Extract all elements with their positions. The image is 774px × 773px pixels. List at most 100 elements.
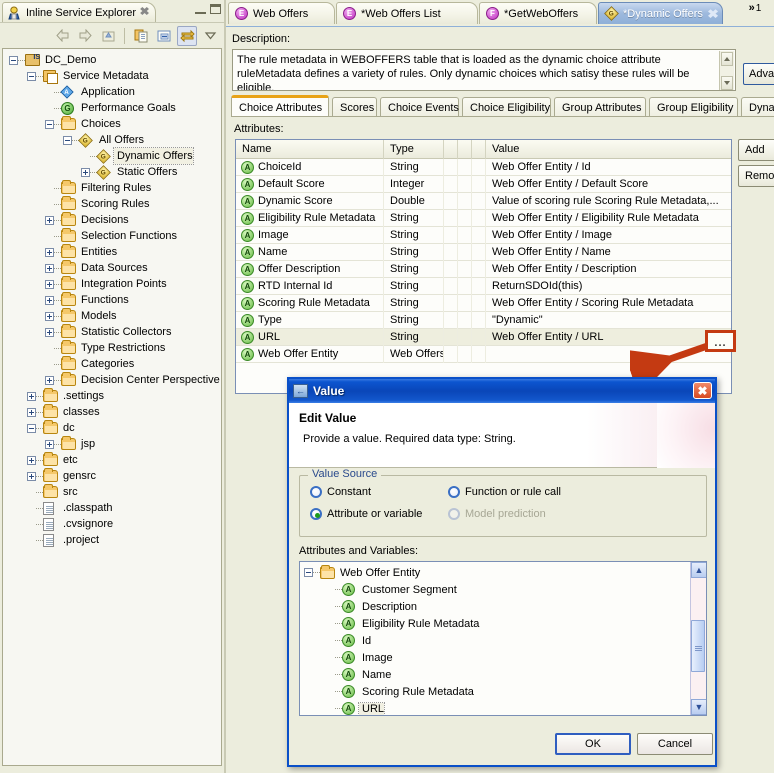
radio-function-or-rule-call[interactable]: Function or rule call — [448, 486, 561, 498]
add-attribute-button[interactable]: Add — [738, 139, 774, 161]
tree-item-scoring-rules[interactable]: Scoring Rules — [3, 196, 221, 212]
table-row[interactable]: A Eligibility Rule Metadata String Web Offe… — [236, 209, 731, 227]
inner-tab-scores[interactable]: Scores — [332, 97, 377, 117]
collapse-expander-icon[interactable] — [27, 71, 36, 81]
link-editor-icon[interactable] — [154, 26, 174, 46]
tree-item-dc-demo[interactable]: DC_Demo — [3, 50, 221, 68]
table-row[interactable]: A Dynamic Score Double Value of scoring rul… — [236, 192, 731, 210]
tree-item-project[interactable]: .project — [3, 532, 221, 548]
scroll-down-icon[interactable] — [721, 76, 733, 90]
tree-scrollbar[interactable]: ▲ ▼ — [690, 562, 706, 715]
cell-value[interactable]: Web Offer Entity / Image — [486, 227, 731, 244]
tree-item-data-sources[interactable]: Data Sources — [3, 260, 221, 276]
tree-item-settings[interactable]: .settings — [3, 388, 221, 404]
maximize-icon[interactable] — [210, 4, 221, 14]
tree-item-functions[interactable]: Functions — [3, 292, 221, 308]
tree-item-jsp[interactable]: jsp — [3, 436, 221, 452]
editor-tab-web-offers[interactable]: E Web Offers — [228, 2, 335, 24]
editor-tab-getweboffers[interactable]: F *GetWebOffers — [479, 2, 597, 24]
description-textarea[interactable]: The rule metadata in WEBOFFERS table tha… — [232, 49, 736, 91]
table-column-header[interactable] — [472, 140, 486, 159]
view-menu-icon[interactable] — [200, 26, 220, 46]
remove-attribute-button[interactable]: Remove — [738, 165, 774, 187]
back-icon[interactable] — [52, 26, 72, 46]
inner-tab-choice-events[interactable]: Choice Events — [380, 97, 459, 117]
expand-expander-icon[interactable] — [45, 215, 54, 225]
expand-expander-icon[interactable] — [45, 263, 54, 273]
table-row[interactable]: A Scoring Rule Metadata String Web Offer En… — [236, 294, 731, 312]
expand-expander-icon[interactable] — [45, 295, 54, 305]
cell-value[interactable]: "Dynamic" — [486, 312, 731, 329]
tree-item-src[interactable]: src — [3, 484, 221, 500]
editor-tab-overflow[interactable]: » 1 — [738, 2, 772, 24]
up-icon[interactable] — [98, 26, 118, 46]
tree-item-categories[interactable]: Categories — [3, 356, 221, 372]
dialog-tree-item-eligibility-rule-metadata[interactable]: A Eligibility Rule Metadata — [300, 615, 706, 632]
cell-value[interactable]: Web Offer Entity / Eligibility Rule Meta… — [486, 210, 731, 227]
cell-value[interactable]: Web Offer Entity / Scoring Rule Metadata — [486, 295, 731, 312]
sync-with-editor-icon[interactable] — [177, 25, 197, 46]
expand-expander-icon[interactable] — [81, 167, 90, 177]
dialog-tree-item-scoring-rule-metadata[interactable]: A Scoring Rule Metadata — [300, 683, 706, 700]
inner-tab-dynamic-ch[interactable]: Dynamic Ch — [741, 97, 774, 117]
dialog-tree-item-id[interactable]: A Id — [300, 632, 706, 649]
tree-item-gensrc[interactable]: gensrc — [3, 468, 221, 484]
tree-item-all-offers[interactable]: G All Offers — [3, 132, 221, 148]
tree-item-decision-center-perspective[interactable]: Decision Center Perspective — [3, 372, 221, 388]
close-icon[interactable]: ✖ — [140, 7, 150, 18]
dialog-tree-item-name[interactable]: A Name — [300, 666, 706, 683]
dialog-tree-item-image[interactable]: A Image — [300, 649, 706, 666]
advanced-button[interactable]: Advanced — [743, 63, 774, 85]
expand-expander-icon[interactable] — [27, 391, 36, 401]
cell-value[interactable]: Web Offer Entity / Name — [486, 244, 731, 261]
collapse-expander-icon[interactable] — [304, 568, 313, 577]
inner-tab-choice-attributes[interactable]: Choice Attributes — [231, 95, 329, 117]
collapse-expander-icon[interactable] — [9, 55, 18, 65]
tree-item-dc[interactable]: dc — [3, 420, 221, 436]
dialog-tree-item-description[interactable]: A Description — [300, 598, 706, 615]
table-row[interactable]: A Image String Web Offer Entity / Image — [236, 226, 731, 244]
scrollbar-thumb[interactable] — [691, 620, 705, 672]
editor-tab-web-offers-list[interactable]: E *Web Offers List — [336, 2, 478, 24]
collapse-all-icon[interactable] — [131, 26, 151, 46]
close-icon[interactable]: ✖ — [707, 7, 719, 21]
collapse-expander-icon[interactable] — [45, 119, 54, 129]
table-column-header[interactable]: Value — [486, 140, 731, 159]
tree-item-service-metadata[interactable]: Service Metadata — [3, 68, 221, 84]
tree-item-selection-functions[interactable]: Selection Functions — [3, 228, 221, 244]
cell-value[interactable]: ReturnSDOId(this) — [486, 278, 731, 295]
expand-expander-icon[interactable] — [45, 375, 54, 385]
table-column-header[interactable] — [458, 140, 472, 159]
inner-tab-group-attributes[interactable]: Group Attributes — [554, 97, 646, 117]
forward-icon[interactable] — [75, 26, 95, 46]
expand-expander-icon[interactable] — [45, 327, 54, 337]
expand-expander-icon[interactable] — [45, 279, 54, 289]
close-icon[interactable]: ✖ — [693, 382, 712, 399]
collapse-expander-icon[interactable] — [63, 135, 72, 145]
table-column-header[interactable]: Name — [236, 140, 384, 159]
tree-item-classes[interactable]: classes — [3, 404, 221, 420]
tree-item-application[interactable]: A Application — [3, 84, 221, 100]
table-row[interactable]: A Default Score Integer Web Offer Entity / … — [236, 175, 731, 193]
expand-expander-icon[interactable] — [27, 455, 36, 465]
description-scrollbar[interactable] — [719, 51, 734, 90]
dialog-title-bar[interactable]: ← Value ✖ — [289, 379, 715, 403]
inner-tab-group-eligibility[interactable]: Group Eligibility — [649, 97, 738, 117]
radio-attribute-or-variable[interactable]: Attribute or variable — [310, 508, 422, 520]
ok-button[interactable]: OK — [555, 733, 631, 755]
expand-expander-icon[interactable] — [27, 471, 36, 481]
scroll-up-icon[interactable] — [721, 52, 733, 66]
table-row[interactable]: A ChoiceId String Web Offer Entity / Id — [236, 158, 731, 176]
value-ellipsis-button[interactable]: ... — [705, 330, 736, 352]
dialog-tree-item-url[interactable]: A URL — [300, 700, 706, 715]
table-column-header[interactable] — [444, 140, 458, 159]
collapse-expander-icon[interactable] — [27, 423, 36, 433]
expand-expander-icon[interactable] — [45, 311, 54, 321]
cancel-button[interactable]: Cancel — [637, 733, 713, 755]
expand-expander-icon[interactable] — [45, 247, 54, 257]
dialog-tree-item-web-offer-entity[interactable]: Web Offer Entity — [300, 564, 706, 581]
editor-tab-dynamic-offers[interactable]: G *Dynamic Offers ✖ — [598, 2, 723, 24]
tree-item-choices[interactable]: Choices — [3, 116, 221, 132]
tree-item-performance-goals[interactable]: G Performance Goals — [3, 100, 221, 116]
radio-constant[interactable]: Constant — [310, 486, 371, 498]
